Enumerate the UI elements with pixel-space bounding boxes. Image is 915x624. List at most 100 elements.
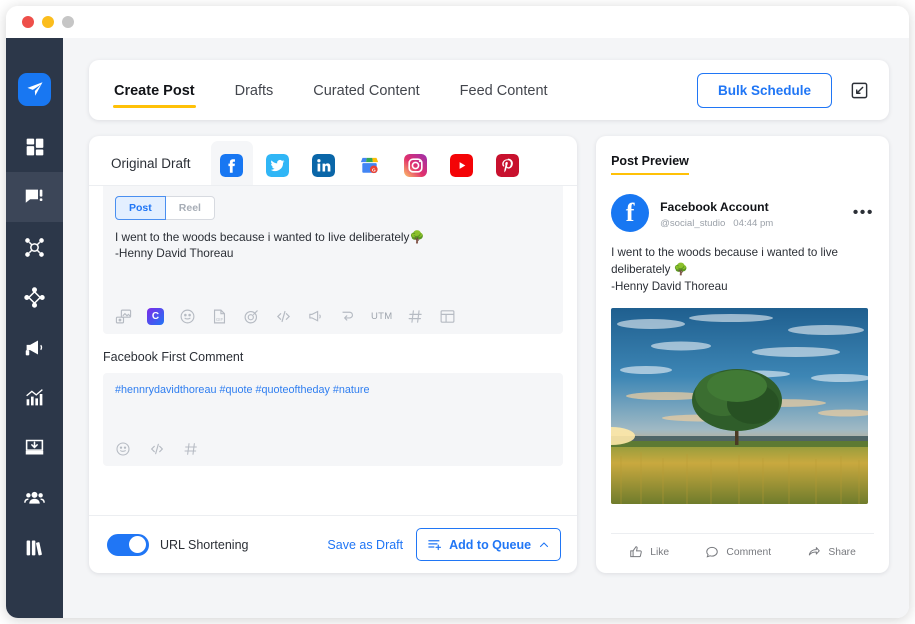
preview-tree-emoji: 🌳 [673,262,689,276]
tab-create-post[interactable]: Create Post [113,76,196,108]
post-type-post[interactable]: Post [115,196,166,220]
sidebar-item-network[interactable] [6,222,63,272]
window-close-button[interactable] [22,16,34,28]
sidebar-item-campaigns[interactable] [6,322,63,372]
preview-account-name: Facebook Account [660,199,769,214]
sidebar-item-engage[interactable] [6,272,63,322]
network-tab-linkedin[interactable] [303,145,345,185]
post-editor[interactable]: Post Reel I went to the woods because i … [103,186,564,334]
main-canvas: Create Post Drafts Curated Content Feed … [63,38,909,618]
preview-time: 04:44 pm [733,217,774,229]
svg-text:GIF: GIF [216,317,223,322]
emoji-icon[interactable] [179,308,196,325]
preview-text-line-2: deliberately [611,262,671,276]
save-as-draft-button[interactable]: Save as Draft [327,538,403,552]
preview-handle: @social_studio [660,217,726,229]
hashtag-icon[interactable] [183,441,199,457]
youtube-icon [450,154,474,177]
emoji-icon[interactable] [115,441,131,457]
tree-emoji: 🌳 [409,230,425,244]
network-tab-instagram[interactable] [395,145,437,185]
linkedin-icon [312,154,336,177]
preview-account-header: f Facebook Account @social_studio 04:44 … [611,194,874,232]
utm-icon[interactable]: UTM [371,311,392,322]
tap-icon[interactable] [339,308,356,325]
sidebar-item-publish[interactable] [6,172,63,222]
preview-title: Post Preview [611,154,689,175]
composer-panel: Original Draft G Post Reel I went to the… [89,136,578,573]
add-to-queue-label: Add to Queue [449,537,532,552]
sidebar-item-logo[interactable] [6,64,63,114]
url-shortening-label: URL Shortening [160,537,249,552]
comment-label: Comment [726,546,772,558]
instagram-icon [404,154,428,177]
inbox-download-icon [25,439,44,454]
code-icon[interactable] [275,308,292,325]
sidebar-item-analytics[interactable] [6,372,63,422]
facebook-icon [220,154,244,177]
share-button[interactable]: Share [807,545,856,559]
network-tab-twitter[interactable] [257,145,299,185]
compose-icon[interactable] [850,81,869,100]
preview-text-line-3: -Henny David Thoreau [611,279,728,293]
chart-icon [26,388,43,405]
tab-feed-content[interactable]: Feed Content [459,76,549,105]
preview-actions: Like Comment Share [611,533,874,559]
diamond-nodes-icon [24,286,45,308]
grid-icon [26,138,43,156]
comment-bubble-icon [706,546,719,558]
megaphone-icon [25,340,43,355]
preview-account-meta: @social_studio 04:44 pm [660,218,773,229]
window-maximize-button[interactable] [62,16,74,28]
canva-icon[interactable]: C [147,308,164,325]
composer-footer: URL Shortening Save as Draft Add to Queu… [89,515,578,573]
paper-plane-icon [18,72,51,106]
network-tab-google-business[interactable]: G [349,145,391,185]
network-tab-facebook[interactable] [210,141,253,185]
sidebar [6,38,63,618]
sidebar-item-team[interactable] [6,472,63,522]
target-icon[interactable] [243,308,260,325]
app-window: Create Post Drafts Curated Content Feed … [6,6,909,618]
tab-drafts[interactable]: Drafts [234,76,275,105]
queue-icon [428,540,442,551]
network-icon [25,237,44,257]
twitter-icon [266,154,290,177]
top-tab-bar: Create Post Drafts Curated Content Feed … [89,60,889,120]
network-tab-youtube[interactable] [441,145,483,185]
pinterest-icon [496,154,520,177]
sidebar-item-dashboard[interactable] [6,122,63,172]
post-text-area[interactable]: I went to the woods because i wanted to … [115,229,551,262]
sidebar-item-inbox[interactable] [6,422,63,472]
users-icon [24,491,45,504]
post-type-reel[interactable]: Reel [165,196,215,220]
share-arrow-icon [809,547,821,556]
first-comment-box[interactable]: #hennrydavidthoreau #quote #quoteoftheda… [103,373,564,466]
preview-text-line-1: I went to the woods because i wanted to … [611,246,838,259]
svg-text:G: G [372,167,376,173]
first-comment-text: #hennrydavidthoreau #quote #quoteoftheda… [115,384,370,396]
url-shortening-toggle[interactable] [107,533,149,556]
window-minimize-button[interactable] [42,16,54,28]
original-draft-label[interactable]: Original Draft [99,156,207,185]
code-icon[interactable] [149,441,165,457]
editor-toolbar: C GIF UTM [115,308,551,325]
sidebar-item-library[interactable] [6,522,63,572]
add-to-queue-button[interactable]: Add to Queue [416,528,562,561]
like-button[interactable]: Like [629,545,669,559]
ellipsis-icon[interactable]: ••• [853,204,874,222]
template-icon[interactable] [439,308,456,325]
megaphone-icon[interactable] [307,308,324,325]
title-bar [6,6,909,38]
bulk-schedule-button[interactable]: Bulk Schedule [696,72,832,108]
tab-curated-content[interactable]: Curated Content [312,76,420,105]
content-split: Original Draft G Post Reel I went to the… [89,136,889,573]
gif-icon[interactable]: GIF [211,308,228,325]
like-label: Like [650,546,670,558]
network-tab-pinterest[interactable] [487,145,529,185]
media-icon[interactable] [115,308,132,325]
preview-post-text: I went to the woods because i wanted to … [611,245,874,295]
chevron-up-icon [540,541,549,547]
comment-button[interactable]: Comment [705,545,771,559]
hashtag-icon[interactable] [407,308,424,325]
